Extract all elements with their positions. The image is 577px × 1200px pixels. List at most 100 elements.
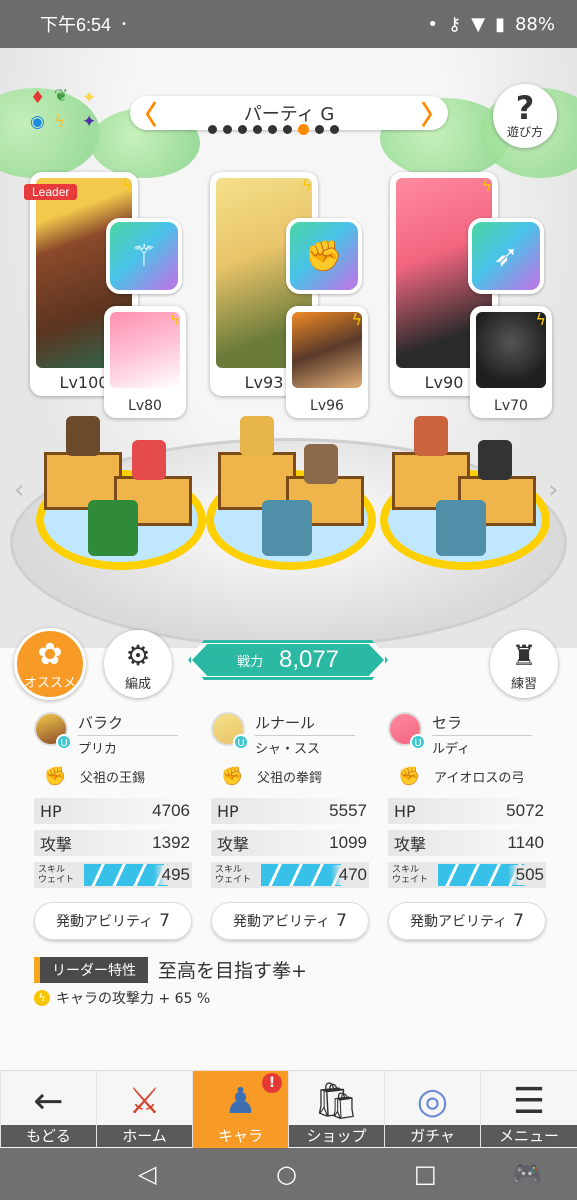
- weapon-icon: ✊: [398, 765, 421, 787]
- hp-stat: HP 5557: [211, 798, 369, 824]
- bow-icon: ➶: [493, 238, 519, 274]
- page-dot[interactable]: [268, 125, 277, 134]
- character-sprite[interactable]: [66, 416, 100, 456]
- ability-button[interactable]: 発動アビリティ 7: [34, 902, 192, 940]
- bottom-nav: ← もどる ⚔ ホーム ♟ キャラ ! 🛍 ショップ ◎ ガチャ ☰ メニュー: [0, 1070, 577, 1149]
- character-sprite[interactable]: [414, 416, 448, 456]
- scroll-right-arrow[interactable]: ›: [548, 475, 558, 505]
- member-name: セラ: [432, 712, 532, 736]
- nav-home[interactable]: ⚔ ホーム: [96, 1071, 192, 1149]
- weapon-slot-1[interactable]: ⚚: [106, 218, 182, 294]
- system-home-icon[interactable]: ○: [276, 1160, 297, 1188]
- unit-badge-icon: U: [233, 734, 249, 750]
- hp-stat: HP 5072: [388, 798, 546, 824]
- sub-character-card-1[interactable]: ϟ Lv80: [104, 306, 186, 418]
- page-dot[interactable]: [208, 125, 217, 134]
- hp-label: HP: [40, 801, 62, 821]
- weapon-sprite: [88, 500, 138, 556]
- notification-dot-icon: •: [427, 13, 439, 35]
- skill-wait-label: スキル ウェイト: [392, 865, 429, 885]
- member-avatar: U: [388, 712, 426, 750]
- page-dot[interactable]: [315, 125, 324, 134]
- dark-element-icon: ✦: [82, 112, 97, 132]
- thunder-icon: ϟ: [169, 310, 180, 329]
- character-sprite[interactable]: [240, 416, 274, 456]
- page-dot[interactable]: [298, 124, 309, 135]
- weapon-name: アイオロスの弓: [434, 770, 525, 786]
- ability-button[interactable]: 発動アビリティ 7: [211, 902, 369, 940]
- member-name: ルナール: [255, 712, 355, 736]
- attack-value: 1099: [329, 833, 367, 852]
- character-sprite[interactable]: [132, 440, 166, 480]
- prev-party-button[interactable]: 〈: [131, 96, 157, 131]
- gacha-orb-icon: ◎: [416, 1081, 449, 1122]
- practice-button[interactable]: ♜ 練習: [490, 630, 558, 698]
- element-icons: ♦ ❦ ✦ ◉ ϟ ✦: [30, 86, 104, 132]
- water-element-icon: ◉: [30, 112, 45, 132]
- alert-badge: !: [262, 1073, 282, 1093]
- member-avatar: U: [34, 712, 72, 750]
- sub-member-name: シャ・スス: [255, 742, 321, 757]
- page-dot[interactable]: [253, 125, 262, 134]
- menu-list-icon: ☰: [512, 1081, 546, 1122]
- recommend-button[interactable]: ✿ オススメ: [14, 628, 86, 700]
- page-dot[interactable]: [223, 125, 232, 134]
- thunder-element-icon: ϟ: [54, 112, 66, 132]
- page-dot[interactable]: [283, 125, 292, 134]
- recommend-icon: ✿: [37, 637, 63, 672]
- scroll-left-arrow[interactable]: ‹: [14, 475, 24, 505]
- leader-effect-text: キャラの攻撃力 + 65 %: [56, 991, 211, 1007]
- question-icon: ?: [515, 88, 535, 127]
- weapon-slot-3[interactable]: ➶: [468, 218, 544, 294]
- character-sprite[interactable]: [478, 440, 512, 480]
- wifi-icon: ▼: [471, 13, 486, 35]
- weapon-name: 父祖の拳鍔: [257, 770, 323, 786]
- skill-wait-label: スキル ウェイト: [215, 865, 252, 885]
- skill-wait-value: 505: [507, 865, 544, 885]
- skill-wait-stat: スキル ウェイト 470: [211, 862, 369, 888]
- skill-wait-label: スキル ウェイト: [38, 865, 75, 885]
- gamepad-icon[interactable]: 🎮: [512, 1160, 542, 1188]
- attack-label: 攻撃: [40, 835, 73, 854]
- sub-member-name: プリカ: [78, 742, 118, 757]
- sub-character-card-3[interactable]: ϟ Lv70: [470, 306, 552, 418]
- next-party-button[interactable]: 〉: [421, 96, 447, 131]
- fire-element-icon: ♦: [30, 88, 46, 108]
- skill-wait-bar: 495: [84, 864, 192, 886]
- ability-button[interactable]: 発動アビリティ 7: [388, 902, 546, 940]
- page-dot[interactable]: [330, 125, 339, 134]
- weapon-name: 父祖の王錫: [80, 770, 146, 786]
- nav-label: キャラ: [193, 1125, 288, 1147]
- sub-character-card-2[interactable]: ϟ Lv96: [286, 306, 368, 418]
- nav-shop[interactable]: 🛍 ショップ: [288, 1071, 384, 1149]
- weapon-slot-2[interactable]: ✊: [286, 218, 362, 294]
- nav-menu[interactable]: ☰ メニュー: [480, 1071, 577, 1149]
- skill-wait-bar: 470: [261, 864, 369, 886]
- power-value: 8,077: [278, 646, 340, 673]
- scepter-icon: ⚚: [130, 238, 158, 274]
- leader-trait-tag: リーダー特性: [34, 956, 148, 983]
- attack-value: 1392: [152, 833, 190, 852]
- thunder-icon: ϟ: [351, 310, 362, 329]
- system-back-icon[interactable]: ◁: [138, 1160, 156, 1188]
- weapon-sprite: [436, 500, 486, 556]
- nav-back[interactable]: ← もどる: [0, 1071, 96, 1149]
- nav-label: ショップ: [289, 1125, 384, 1147]
- gauntlet-icon: ✊: [305, 238, 343, 274]
- nav-character[interactable]: ♟ キャラ !: [192, 1071, 288, 1149]
- status-time: 下午6:54: [40, 15, 112, 35]
- light-element-icon: ✦: [82, 88, 97, 108]
- nav-gacha[interactable]: ◎ ガチャ: [384, 1071, 480, 1149]
- character-sprite[interactable]: [304, 444, 338, 484]
- formation-label: 編成: [124, 677, 151, 692]
- ability-label: 発動アビリティ: [56, 914, 154, 930]
- help-button[interactable]: ? 遊び方: [493, 84, 557, 148]
- page-dot[interactable]: [238, 125, 247, 134]
- formation-gear-icon: ⚙: [125, 639, 151, 672]
- notification-dot: •: [121, 18, 127, 30]
- system-recent-icon[interactable]: □: [414, 1160, 437, 1188]
- formation-button[interactable]: ⚙ 編成: [104, 630, 172, 698]
- member-column-3: U セラ ルディ ✊ アイオロスの弓 HP 5072 攻撃 1140 スキル ウェイ…: [388, 712, 546, 940]
- attack-label: 攻撃: [217, 835, 250, 854]
- thunder-icon: ϟ: [535, 310, 546, 329]
